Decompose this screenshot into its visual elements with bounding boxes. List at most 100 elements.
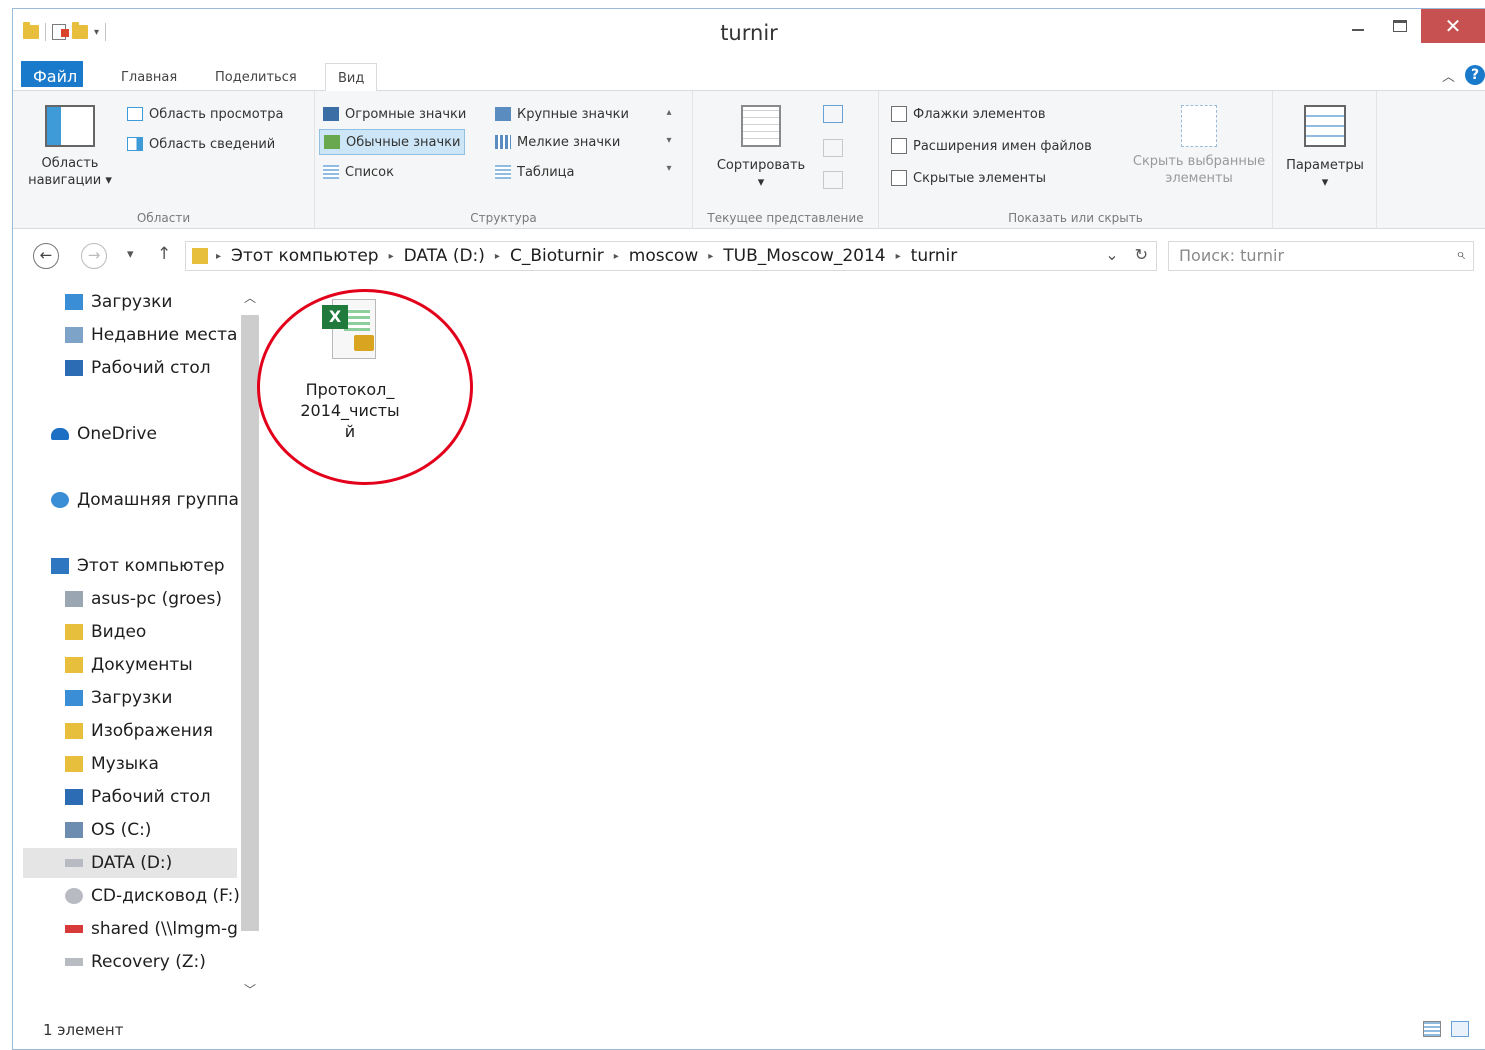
tab-file[interactable]: Файл (21, 61, 83, 87)
nav-item-shared-drive[interactable]: shared (\\lmgm-g (65, 914, 237, 944)
navigation-pane-label-2: навигации (28, 173, 102, 188)
nav-item-downloads-pc[interactable]: Загрузки (65, 683, 172, 713)
huge-icons-option[interactable]: Огромные значки (319, 101, 470, 127)
maximize-button[interactable] (1379, 9, 1421, 43)
breadcrumb-item[interactable]: ▸ moscow (604, 246, 699, 266)
nav-item-network-drive[interactable]: asus-pc (groes) (65, 584, 222, 614)
search-input[interactable]: Поиск: turnir ⌕ (1168, 241, 1474, 271)
small-icons-label: Мелкие значки (517, 134, 621, 150)
breadcrumb-item[interactable]: ▸ Этот компьютер (216, 246, 379, 266)
hidden-items-toggle[interactable]: Скрытые элементы (887, 165, 1050, 191)
navigation-pane-button[interactable]: Область навигации ▾ (23, 105, 117, 189)
nav-item-videos[interactable]: Видео (65, 617, 146, 647)
close-button[interactable]: ✕ (1421, 9, 1485, 43)
title-bar: ▾ turnir ✕ (13, 9, 1485, 59)
collapse-ribbon-icon[interactable]: ︿ (1442, 66, 1455, 85)
drive-icon (65, 958, 83, 966)
nav-item-onedrive[interactable]: OneDrive (51, 419, 157, 449)
breadcrumb-item[interactable]: ▸ turnir (886, 246, 958, 266)
preview-pane-button[interactable]: Область просмотра (123, 101, 287, 127)
tab-share[interactable]: Поделиться (203, 63, 309, 91)
close-icon: ✕ (1444, 14, 1462, 38)
list-option[interactable]: Список (319, 159, 398, 185)
tab-view[interactable]: Вид (325, 63, 378, 92)
nav-item-documents[interactable]: Документы (65, 650, 193, 680)
options-button[interactable]: Параметры ▾ (1277, 105, 1373, 191)
hide-selected-label-2: элементы (1165, 171, 1233, 186)
item-count: 1 элемент (43, 1021, 124, 1039)
nav-item-drive-c[interactable]: OS (C:) (65, 815, 151, 845)
homegroup-icon (51, 492, 69, 508)
up-arrow-icon[interactable]: ↑ (157, 244, 171, 264)
tab-home[interactable]: Главная (109, 63, 189, 91)
layout-gallery-scroll[interactable]: ▴ ▾ ▾ (661, 99, 677, 187)
address-history-icon[interactable]: ⌄ (1105, 245, 1118, 264)
preview-pane-icon (127, 107, 143, 121)
hide-selected-icon (1181, 105, 1217, 147)
details-view-icon (495, 165, 511, 179)
address-bar[interactable]: ▸ Этот компьютер ▸ DATA (D:) ▸ C_Bioturnir … (185, 241, 1157, 271)
nav-item-music[interactable]: Музыка (65, 749, 159, 779)
forward-button[interactable]: → (81, 243, 107, 269)
options-icon (1304, 105, 1346, 147)
breadcrumb-item[interactable]: ▸ C_Bioturnir (485, 246, 604, 266)
small-icons-option[interactable]: Мелкие значки (491, 129, 624, 155)
minimize-icon (1352, 29, 1364, 31)
nav-item-drive-d[interactable]: DATA (D:) (23, 848, 237, 878)
back-button[interactable]: ← (33, 243, 59, 269)
nav-item-cd-drive[interactable]: CD-дисковод (F:) (65, 881, 240, 911)
breadcrumb-item[interactable]: ▸ TUB_Moscow_2014 (698, 246, 885, 266)
nav-item-recovery[interactable]: Recovery (Z:) (65, 947, 206, 977)
scroll-down-icon[interactable]: ﹀ (241, 981, 259, 998)
large-icons-option[interactable]: Крупные значки (491, 101, 633, 127)
ribbon: Область навигации ▾ Область просмотра Об… (13, 91, 1485, 229)
add-columns-icon[interactable] (823, 139, 843, 157)
hide-selected-label-1: Скрыть выбранные (1132, 154, 1266, 169)
gallery-down-icon[interactable]: ▾ (661, 127, 677, 155)
nav-item-homegroup[interactable]: Домашняя группа (51, 485, 239, 515)
hidden-items-checkbox[interactable] (891, 170, 907, 186)
ribbon-help-area: ︿ ? (1442, 65, 1485, 85)
hide-selected-button[interactable]: Скрыть выбранные элементы (1127, 105, 1271, 187)
options-label: Параметры (1286, 158, 1364, 173)
normal-icons-option[interactable]: Обычные значки (319, 129, 466, 155)
nav-item-this-pc[interactable]: Этот компьютер (51, 551, 225, 581)
nav-item-downloads[interactable]: Загрузки (65, 287, 172, 317)
group-label-current-view: Текущее представление (707, 211, 864, 225)
details-pane-button[interactable]: Область сведений (123, 131, 279, 157)
scroll-up-icon[interactable]: ︿ (241, 289, 259, 306)
window-title: turnir (720, 21, 778, 45)
nav-item-desktop-pc[interactable]: Рабочий стол (65, 782, 211, 812)
navigation-pane: Загрузки Недавние места Рабочий стол One… (13, 281, 261, 1007)
minimize-button[interactable] (1337, 9, 1379, 43)
item-checkboxes-toggle[interactable]: Флажки элементов (887, 101, 1050, 127)
group-current-view: Сортировать ▾ Текущее представление (693, 91, 879, 229)
details-view-option[interactable]: Таблица (491, 159, 579, 185)
group-by-icon[interactable] (823, 105, 843, 123)
nav-item-pictures[interactable]: Изображения (65, 716, 213, 746)
large-icons-view-icon[interactable] (1451, 1021, 1469, 1037)
gallery-expand-icon[interactable]: ▾ (661, 155, 677, 183)
item-checkboxes-checkbox[interactable] (891, 106, 907, 122)
sort-button[interactable]: Сортировать ▾ (711, 105, 811, 191)
normal-icons-icon (324, 135, 340, 149)
recent-locations-icon[interactable]: ▾ (127, 247, 134, 262)
help-icon[interactable]: ? (1465, 65, 1485, 85)
gallery-up-icon[interactable]: ▴ (661, 99, 677, 127)
refresh-icon[interactable]: ↻ (1135, 245, 1148, 264)
navigation-pane-label-1: Область (41, 156, 99, 171)
details-view-icon[interactable] (1423, 1021, 1441, 1037)
scrollbar-thumb[interactable] (241, 315, 259, 931)
nav-item-desktop[interactable]: Рабочий стол (65, 353, 211, 383)
file-extensions-checkbox[interactable] (891, 138, 907, 154)
search-icon[interactable]: ⌕ (1456, 244, 1465, 264)
nav-item-recent-places[interactable]: Недавние места (65, 320, 237, 350)
nav-scrollbar[interactable]: ︿ ﹀ (237, 281, 259, 1007)
file-extensions-toggle[interactable]: Расширения имен файлов (887, 133, 1096, 159)
back-arrow-icon: ← (39, 246, 53, 264)
list-icon (323, 165, 339, 179)
size-columns-icon[interactable] (823, 171, 843, 189)
group-layout: Огромные значки Крупные значки Обычные з… (315, 91, 693, 229)
breadcrumb-item[interactable]: ▸ DATA (D:) (379, 246, 485, 266)
downloads-folder-icon (65, 294, 83, 310)
